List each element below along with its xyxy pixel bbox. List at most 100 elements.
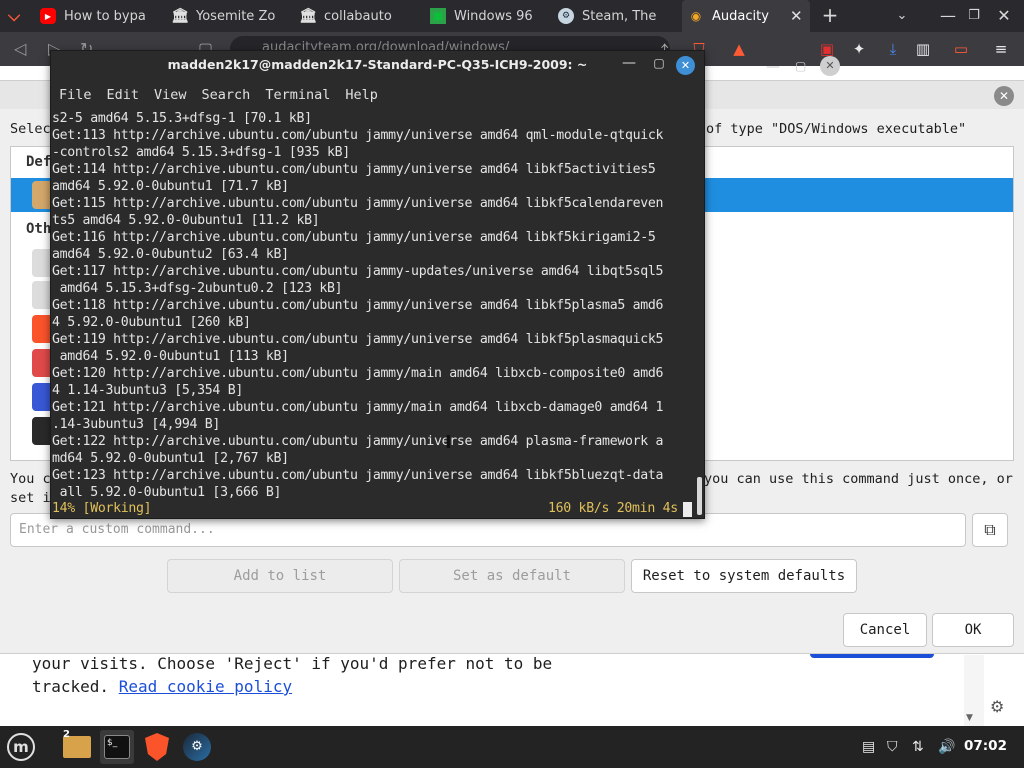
terminal-line: 4 1.14-3ubuntu3 [5,354 B] [52, 383, 243, 398]
wallet-icon[interactable]: ▭ [952, 40, 970, 58]
terminal-menubar: File Edit View Search Terminal Help [51, 81, 704, 109]
gear-icon[interactable]: ⚙ [990, 697, 1004, 716]
terminal-line: md64 5.92.0-0ubuntu1 [2,767 kB] [52, 451, 289, 466]
copy-icon: ⧉ [984, 520, 996, 539]
terminal-scrollbar[interactable] [696, 109, 704, 518]
browser-menu-hamburger-icon[interactable]: ≡ [992, 40, 1010, 58]
tab-collabauto[interactable]: 🏛 collabauto [300, 0, 418, 32]
steam-icon: ⚙ [183, 733, 211, 761]
dialog-maximize-icon[interactable]: ▢ [795, 59, 806, 73]
custom-command-hint-left-2: set i [10, 490, 51, 506]
tab-steam[interactable]: ⚙ Steam, The [558, 0, 676, 32]
menu-terminal[interactable]: Terminal [265, 87, 330, 103]
terminal-close-icon[interactable]: ✕ [676, 56, 695, 75]
tab-list-chevron-icon[interactable]: ⌄ [892, 8, 912, 23]
sidebar-icon[interactable]: ▥ [914, 40, 932, 58]
set-as-default-button[interactable]: Set as default [399, 559, 625, 593]
tab-label: Windows 96 [454, 8, 533, 24]
terminal-progress-status: 14% [Working] [52, 501, 152, 516]
terminal-line: Get:115 http://archive.ubuntu.com/ubuntu… [52, 196, 664, 211]
terminal-line: .14-3ubuntu3 [4,994 B] [52, 417, 221, 432]
tab-label: Steam, The [582, 8, 657, 24]
menu-view[interactable]: View [154, 87, 187, 103]
close-tab-icon[interactable]: ✕ [790, 7, 803, 25]
menu-help[interactable]: Help [345, 87, 378, 103]
menu-search[interactable]: Search [202, 87, 251, 103]
cookie-notice-text: tracked. [32, 677, 119, 696]
text-cursor-icon: I [445, 432, 452, 453]
terminal-cursor [683, 502, 692, 517]
clock[interactable]: 07:02 [964, 738, 1007, 754]
custom-command-hint-left-1: You c [10, 471, 51, 487]
taskbar-steam[interactable]: ⚙ [180, 730, 214, 764]
clipboard-icon[interactable]: ▤ [862, 739, 875, 755]
terminal-line: Get:116 http://archive.ubuntu.com/ubuntu… [52, 230, 656, 245]
terminal-line: amd64 5.92.0-0ubuntu1 [71.7 kB] [52, 179, 289, 194]
dialog-behind-close-icon[interactable]: ✕ [820, 56, 840, 76]
restore-window-icon[interactable]: ❐ [964, 8, 984, 23]
new-tab-button[interactable]: + [820, 3, 840, 27]
read-cookie-policy-link[interactable]: Read cookie policy [119, 677, 292, 696]
custom-command-hint-right: you can use this command just once, or [704, 471, 1013, 487]
cookie-accept-button[interactable] [810, 654, 934, 658]
cancel-button[interactable]: Cancel [843, 613, 927, 647]
tab-label: How to bypa [64, 8, 146, 24]
terminal-line: -controls2 amd64 5.15.3+dfsg-1 [935 kB] [52, 145, 350, 160]
browser-menu-icon[interactable]: ⌵ [8, 6, 28, 26]
browser-tab-bar: ⌵ ▶ How to bypa 🏛 Yosemite Zo 🏛 collabau… [0, 0, 1024, 32]
terminal-line: Get:119 http://archive.ubuntu.com/ubuntu… [52, 332, 664, 347]
minimize-window-icon[interactable]: — [938, 6, 958, 25]
terminal-icon: $_ [104, 735, 130, 759]
reset-to-system-defaults-button[interactable]: Reset to system defaults [631, 559, 857, 593]
start-menu-button[interactable]: m [4, 730, 38, 764]
ok-button[interactable]: OK [932, 613, 1014, 647]
terminal-line: ts5 amd64 5.92.0-0ubuntu1 [11.2 kB] [52, 213, 320, 228]
dialog-minimize-icon[interactable]: — [766, 59, 780, 75]
terminal-line: Get:121 http://archive.ubuntu.com/ubuntu… [52, 400, 664, 415]
terminal-line: all 5.92.0-0ubuntu1 [3,666 B] [52, 485, 282, 500]
tab-how-to-bypass[interactable]: ▶ How to bypa [40, 0, 158, 32]
window-count-badge: 2 [63, 729, 70, 740]
extensions-icon[interactable]: ✦ [850, 40, 868, 58]
tab-label: Yosemite Zo [196, 8, 276, 24]
shield-icon[interactable]: ⛉ [887, 739, 898, 755]
audacity-icon: ◉ [690, 9, 702, 23]
terminal-line: amd64 5.92.0-0ubuntu1 [113 kB] [52, 349, 290, 364]
terminal-line: Get:114 http://archive.ubuntu.com/ubuntu… [52, 162, 656, 177]
terminal-line: Get:120 http://archive.ubuntu.com/ubuntu… [52, 366, 664, 381]
brave-rewards-icon[interactable]: ▲ [730, 40, 748, 58]
close-window-icon[interactable]: ✕ [994, 6, 1014, 25]
browse-button[interactable]: ⧉ [972, 513, 1008, 547]
terminal-download-speed: 160 kB/s 20min 4s [548, 501, 678, 516]
terminal-output[interactable]: s2-5 amd64 5.15.3+dfsg-1 [70.1 kB] Get:1… [51, 109, 696, 518]
terminal-maximize-icon[interactable]: ▢ [649, 56, 669, 76]
scroll-down-arrow-icon[interactable]: ▼ [966, 713, 973, 723]
back-icon[interactable]: ◁ [14, 39, 26, 58]
taskbar-terminal[interactable]: $_ [100, 730, 134, 764]
add-to-list-button[interactable]: Add to list [167, 559, 393, 593]
museum-icon: 🏛 [300, 8, 317, 24]
terminal-line: s2-5 amd64 5.15.3+dfsg-1 [70.1 kB] [52, 111, 312, 126]
cookie-notice-line-2: tracked. Read cookie policy [32, 677, 292, 696]
terminal-scrollbar-thumb[interactable] [697, 477, 702, 515]
linux-mint-logo-icon: m [7, 733, 35, 761]
windows96-icon: ▦ [430, 8, 446, 24]
tab-windows96[interactable]: ▦ Windows 96 [430, 0, 548, 32]
terminal-line: Get:117 http://archive.ubuntu.com/ubuntu… [52, 264, 664, 279]
terminal-line: Get:122 http://archive.ubuntu.com/ubuntu… [52, 434, 664, 449]
terminal-line: Get:113 http://archive.ubuntu.com/ubuntu… [52, 128, 664, 143]
dialog-close-icon[interactable]: ✕ [994, 86, 1014, 106]
terminal-minimize-icon[interactable]: — [619, 55, 639, 75]
downloads-icon[interactable]: ⤓ [884, 40, 902, 58]
tab-label: collabauto [324, 8, 392, 24]
cookie-notice-line-1: your visits. Choose 'Reject' if you'd pr… [32, 654, 553, 673]
menu-file[interactable]: File [59, 87, 92, 103]
museum-icon: 🏛 [172, 8, 189, 24]
taskbar-brave[interactable] [140, 730, 174, 764]
volume-icon[interactable]: 🔊 [938, 739, 955, 755]
menu-edit[interactable]: Edit [107, 87, 140, 103]
terminal-window[interactable]: madden2k17@madden2k17-Standard-PC-Q35-IC… [50, 50, 705, 519]
network-icon[interactable]: ⇅ [912, 739, 924, 755]
tab-yosemite[interactable]: 🏛 Yosemite Zo [172, 0, 290, 32]
dialog-description-left: Selec [10, 121, 51, 137]
